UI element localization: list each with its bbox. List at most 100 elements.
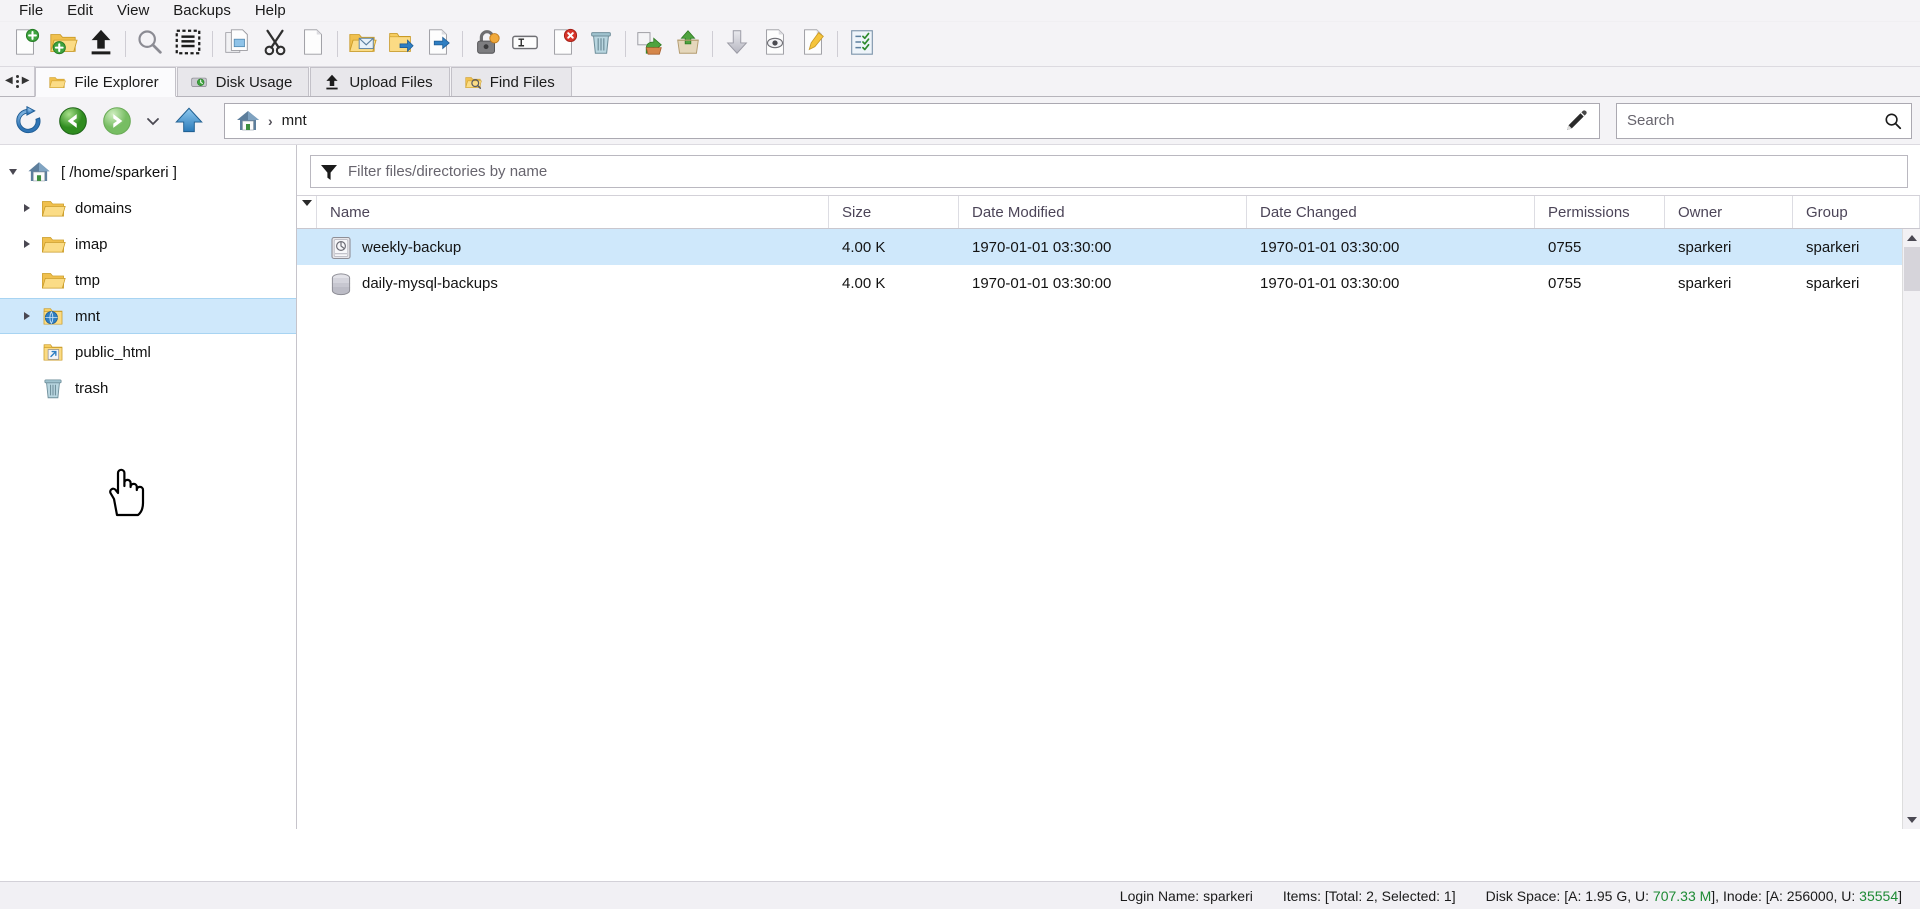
vertical-scrollbar[interactable] xyxy=(1902,229,1920,829)
filter-input[interactable] xyxy=(348,163,1907,180)
toolbar-button-text-field[interactable] xyxy=(506,25,544,63)
folder-link-icon xyxy=(40,339,66,365)
status-item-count: Items: [Total: 2, Selected: 1] xyxy=(1282,887,1456,904)
cell-permissions: 0755 xyxy=(1548,238,1582,256)
tab-file-explorer[interactable]: File Explorer xyxy=(35,67,176,97)
toolbar-button-download[interactable] xyxy=(718,25,756,63)
pencil-icon[interactable] xyxy=(1563,108,1589,134)
toolbar-button-search[interactable] xyxy=(131,25,169,63)
toolbar-button-copy[interactable] xyxy=(218,25,256,63)
menu-backups[interactable]: Backups xyxy=(162,0,242,22)
toolbar-button-checklist[interactable] xyxy=(843,25,881,63)
filter-bar[interactable] xyxy=(310,155,1908,188)
cell-name[interactable]: daily-mysql-backups xyxy=(317,265,829,301)
column-header-date-changed[interactable]: Date Changed xyxy=(1247,196,1535,228)
tab-scroller[interactable]: ◀ ▶ xyxy=(2,66,36,96)
navigation-bar: › mnt xyxy=(0,97,1920,145)
move-folder-icon xyxy=(385,27,415,62)
tree-item-tmp[interactable]: tmp xyxy=(0,262,296,298)
tab-strip: ◀ ▶ File Explorer Disk Usage Upload Files F… xyxy=(0,66,1920,97)
open-folder-mail-icon xyxy=(347,27,377,62)
status-inode-used: 35554 xyxy=(1859,887,1899,904)
folder-globe-icon xyxy=(40,303,66,329)
toolbar-button-cut[interactable] xyxy=(256,25,294,63)
tree-item-public-html[interactable]: public_html xyxy=(0,334,296,370)
column-header-size[interactable]: Size xyxy=(829,196,959,228)
toolbar-button-paste[interactable] xyxy=(294,25,332,63)
column-options-button[interactable] xyxy=(297,196,317,228)
tree-item-trash[interactable]: trash xyxy=(0,370,296,406)
toolbar-button-new-folder[interactable] xyxy=(44,25,82,63)
table-row[interactable]: weekly-backup 4.00 K 1970-01-01 03:30:00 19… xyxy=(297,229,1920,265)
column-header-name[interactable]: Name xyxy=(317,196,829,228)
tab-menu-icon[interactable] xyxy=(15,74,19,88)
menu-bar: File Edit View Backups Help xyxy=(0,0,1920,22)
table-row[interactable]: daily-mysql-backups 4.00 K 1970-01-01 03:3… xyxy=(297,265,1920,301)
toolbar-button-trash[interactable] xyxy=(582,25,620,63)
toolbar-button-select-all[interactable] xyxy=(169,25,207,63)
column-header-owner[interactable]: Owner xyxy=(1665,196,1793,228)
search-icon[interactable] xyxy=(1883,111,1903,131)
toolbar-button-compress[interactable] xyxy=(669,25,707,63)
tree-item-domains[interactable]: domains xyxy=(0,190,296,226)
toolbar-button-delete-file[interactable] xyxy=(544,25,582,63)
breadcrumb-current[interactable]: mnt xyxy=(282,112,307,129)
tab-upload-files[interactable]: Upload Files xyxy=(310,67,450,96)
up-level-button[interactable] xyxy=(168,100,210,142)
toolbar-button-open-folder-mail[interactable] xyxy=(343,25,381,63)
address-bar[interactable]: › mnt xyxy=(224,102,1600,139)
checklist-icon xyxy=(847,27,877,62)
upload-icon xyxy=(86,27,116,62)
tree-item-label: tmp xyxy=(75,271,101,289)
toolbar-button-rename-file[interactable] xyxy=(419,25,457,63)
menu-file[interactable]: File xyxy=(8,0,54,22)
tab-label: Find Files xyxy=(489,73,555,91)
scroll-up-button[interactable] xyxy=(1902,229,1920,247)
menu-edit[interactable]: Edit xyxy=(56,0,104,22)
status-disk-space: Disk Space: [A: 1.95 G, U: 707.33 M], In… xyxy=(1486,888,1902,904)
cell-name[interactable]: weekly-backup xyxy=(317,229,829,265)
back-button[interactable] xyxy=(52,100,94,142)
toolbar-button-permissions-lock[interactable] xyxy=(468,25,506,63)
search-input[interactable] xyxy=(1627,112,1883,129)
forward-button[interactable] xyxy=(96,100,138,142)
menu-view[interactable]: View xyxy=(106,0,160,22)
main-toolbar xyxy=(0,22,1920,67)
tree-item-home[interactable]: [ /home/sparkeri ] xyxy=(0,154,296,190)
toolbar-separator xyxy=(462,31,463,57)
hard-drive-icon xyxy=(330,236,351,260)
column-header-date-modified[interactable]: Date Modified xyxy=(959,196,1247,228)
toolbar-separator xyxy=(212,31,213,57)
scrollbar-thumb[interactable] xyxy=(1904,247,1920,291)
toolbar-button-edit-file[interactable] xyxy=(794,25,832,63)
toolbar-button-view-file[interactable] xyxy=(756,25,794,63)
history-dropdown-button[interactable] xyxy=(140,100,166,142)
chevron-down-icon[interactable] xyxy=(0,169,26,175)
file-list-panel: Name Size Date Modified Date Changed Per… xyxy=(297,145,1920,829)
toolbar-button-new-file[interactable] xyxy=(6,25,44,63)
tab-label: Disk Usage xyxy=(215,73,293,91)
tab-scroll-right-icon[interactable]: ▶ xyxy=(22,76,30,86)
search-box[interactable] xyxy=(1616,102,1912,139)
chevron-right-icon[interactable] xyxy=(14,312,40,320)
download-icon xyxy=(722,27,752,62)
home-icon[interactable] xyxy=(235,108,261,134)
column-header-group[interactable]: Group xyxy=(1793,196,1920,228)
tab-scroll-left-icon[interactable]: ◀ xyxy=(5,76,13,86)
tab-find-files[interactable]: Find Files xyxy=(450,67,572,96)
chevron-right-icon[interactable] xyxy=(14,204,40,212)
refresh-button[interactable] xyxy=(8,100,50,142)
scroll-down-button[interactable] xyxy=(1902,811,1920,829)
toolbar-button-extract[interactable] xyxy=(631,25,669,63)
tree-item-imap[interactable]: imap xyxy=(0,226,296,262)
funnel-icon xyxy=(321,164,337,180)
toolbar-separator xyxy=(712,31,713,57)
column-header-permissions[interactable]: Permissions xyxy=(1535,196,1665,228)
toolbar-button-upload[interactable] xyxy=(82,25,120,63)
menu-help[interactable]: Help xyxy=(244,0,297,22)
tab-disk-usage[interactable]: Disk Usage xyxy=(176,67,310,96)
status-disk-suffix: ] xyxy=(1898,887,1902,904)
tree-item-mnt[interactable]: mnt xyxy=(0,298,296,334)
toolbar-button-move-folder[interactable] xyxy=(381,25,419,63)
chevron-right-icon[interactable] xyxy=(14,240,40,248)
